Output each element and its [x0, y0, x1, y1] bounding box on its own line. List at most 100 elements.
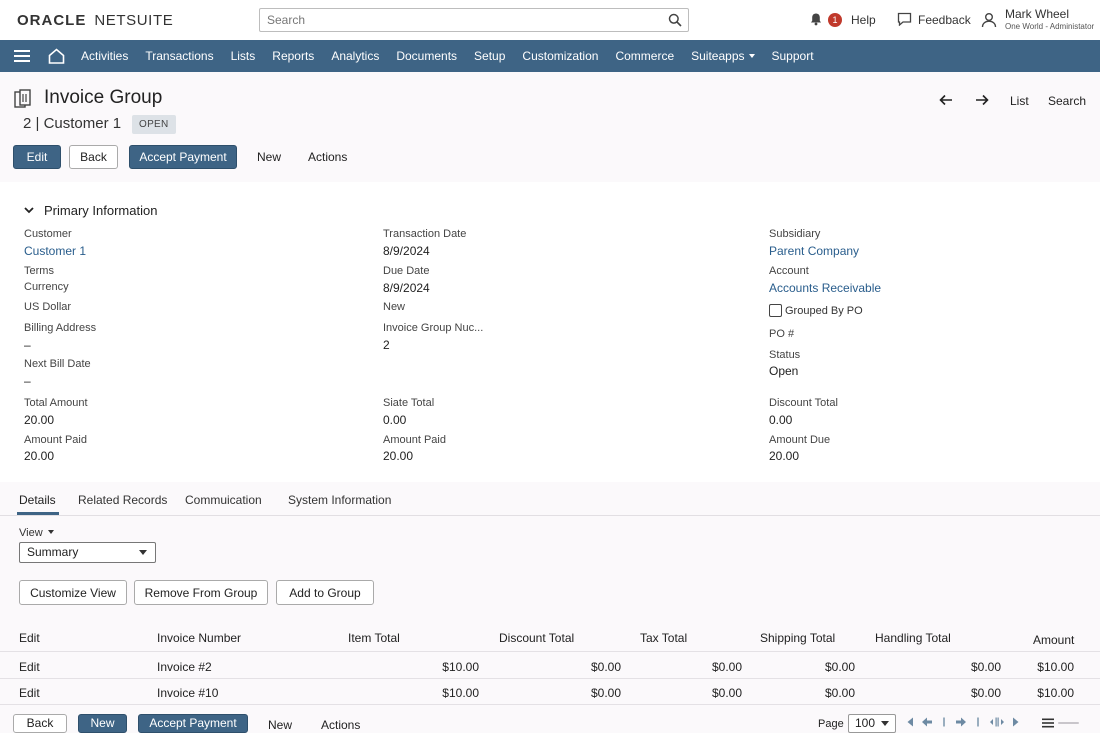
- new-value: New: [383, 301, 406, 313]
- logo-netsuite-text: NETSUITE: [94, 12, 174, 29]
- menu-icon[interactable]: [14, 50, 30, 62]
- add-to-group-button[interactable]: Add to Group: [276, 580, 374, 605]
- resize-columns-icon[interactable]: [989, 716, 1005, 731]
- remove-from-group-button[interactable]: Remove From Group: [134, 580, 268, 605]
- help-link[interactable]: Help: [851, 13, 876, 27]
- previous-record-arrow-icon[interactable]: [939, 94, 953, 109]
- table-divider: [0, 651, 1100, 652]
- col-header-item-total[interactable]: Item Total: [348, 631, 400, 645]
- page-marker-icon: [939, 716, 949, 731]
- previous-page-icon[interactable]: [921, 716, 933, 731]
- footer-back-button[interactable]: Back: [13, 714, 67, 733]
- total-amount-label: Total Amount: [24, 397, 88, 409]
- col-header-handling-total[interactable]: Handling Total: [875, 631, 951, 645]
- grouped-by-po-label: Grouped By PO: [785, 304, 863, 317]
- nav-commerce[interactable]: Commerce: [615, 49, 674, 63]
- view-menu[interactable]: View: [19, 527, 54, 539]
- account-value-link[interactable]: Accounts Receivable: [769, 281, 881, 295]
- logo-oracle-text: ORACLE: [17, 12, 87, 29]
- col-header-shipping-total[interactable]: Shipping Total: [760, 631, 835, 645]
- nav-customization[interactable]: Customization: [522, 49, 598, 63]
- nav-suiteapps[interactable]: Suiteapps: [691, 49, 755, 63]
- page-label: Page: [818, 718, 844, 730]
- subsidiary-label: Subsidiary: [769, 228, 821, 240]
- page-marker-icon: [973, 716, 983, 731]
- chevron-down-icon: [139, 550, 147, 555]
- footer-new-button[interactable]: New: [268, 718, 292, 732]
- amount-paid-value: 20.00: [24, 449, 55, 463]
- user-avatar-icon: [981, 12, 997, 33]
- customize-view-button[interactable]: Customize View: [19, 580, 127, 605]
- list-link[interactable]: List: [1010, 94, 1029, 108]
- feedback-link[interactable]: Feedback: [897, 0, 971, 40]
- nav-reports[interactable]: Reports: [272, 49, 314, 63]
- row-edit-link[interactable]: Edit: [19, 686, 40, 700]
- customer-value-link[interactable]: Customer 1: [24, 244, 86, 258]
- item-total-cell: $10.00: [442, 660, 479, 674]
- back-button[interactable]: Back: [69, 145, 118, 169]
- row-edit-link[interactable]: Edit: [19, 660, 40, 674]
- first-page-icon[interactable]: [904, 716, 915, 731]
- page-size-select[interactable]: 100: [848, 714, 896, 733]
- billing-address-label: Billing Address: [24, 322, 97, 334]
- nav-setup[interactable]: Setup: [474, 49, 505, 63]
- grouped-by-po-field: Grouped By PO: [769, 304, 863, 317]
- grouped-by-po-checkbox[interactable]: [769, 304, 782, 317]
- search-input[interactable]: [260, 9, 660, 31]
- col-header-tax-total[interactable]: Tax Total: [640, 631, 687, 645]
- search-icon[interactable]: [668, 13, 682, 30]
- search-link[interactable]: Search: [1048, 94, 1086, 108]
- nav-support[interactable]: Support: [772, 49, 814, 63]
- tab-related-records[interactable]: Related Records: [78, 493, 167, 507]
- amount-due-label: Amount Due: [769, 434, 831, 446]
- invoice-number-link[interactable]: Invoice #10: [157, 686, 218, 700]
- notifications[interactable]: 1 Help: [809, 0, 876, 40]
- amount-cell: $10.00: [1037, 686, 1074, 700]
- nav-activities[interactable]: Activities: [81, 49, 128, 63]
- list-options-icon[interactable]: [1041, 717, 1081, 732]
- col-header-amount[interactable]: Amount: [1033, 633, 1074, 647]
- siate-total-value: 0.00: [383, 413, 407, 427]
- shipping-total-cell: $0.00: [824, 686, 855, 700]
- currency-value: US Dollar: [24, 301, 72, 313]
- edit-button[interactable]: Edit: [13, 145, 61, 169]
- bell-icon[interactable]: [809, 12, 823, 29]
- nav-analytics[interactable]: Analytics: [331, 49, 379, 63]
- invoice-group-number-value: 2: [383, 338, 390, 352]
- col-header-discount-total[interactable]: Discount Total: [499, 631, 574, 645]
- home-icon[interactable]: [48, 48, 65, 64]
- nav-transactions[interactable]: Transactions: [145, 49, 213, 63]
- shipping-total-cell: $0.00: [824, 660, 855, 674]
- actions-menu-button[interactable]: Actions: [308, 150, 347, 164]
- amount-cell: $10.00: [1037, 660, 1074, 674]
- nav-documents[interactable]: Documents: [396, 49, 457, 63]
- subtab-bar: Details Related Records Commuication Sys…: [0, 484, 1100, 516]
- new-button[interactable]: New: [257, 150, 281, 164]
- footer-accept-payment-button[interactable]: Accept Payment: [138, 714, 248, 733]
- primary-information-toggle[interactable]: Primary Information: [24, 203, 157, 218]
- handling-total-cell: $0.00: [970, 660, 1001, 674]
- footer-new-primary-button[interactable]: New: [78, 714, 127, 733]
- tab-communication[interactable]: Commuication: [185, 493, 262, 507]
- item-total-cell: $10.00: [442, 686, 479, 700]
- chevron-down-icon: [24, 207, 34, 214]
- billing-address-value: –: [24, 338, 31, 352]
- invoice-number-link[interactable]: Invoice #2: [157, 660, 212, 674]
- next-record-arrow-icon[interactable]: [975, 94, 989, 109]
- user-menu[interactable]: Mark Wheel One World - Administator: [981, 7, 1094, 33]
- subsidiary-value-link[interactable]: Parent Company: [769, 244, 859, 258]
- tab-system-information[interactable]: System Information: [288, 493, 391, 507]
- tab-details[interactable]: Details: [19, 493, 56, 507]
- next-page-icon[interactable]: [955, 716, 967, 731]
- view-select[interactable]: Summary: [19, 542, 156, 563]
- discount-total-cell: $0.00: [590, 660, 621, 674]
- handling-total-cell: $0.00: [970, 686, 1001, 700]
- currency-label: Currency: [24, 281, 69, 293]
- nav-lists[interactable]: Lists: [231, 49, 256, 63]
- footer-actions-button[interactable]: Actions: [321, 718, 360, 732]
- last-page-icon[interactable]: [1011, 716, 1022, 731]
- status-label: Status: [769, 349, 801, 361]
- accept-payment-button[interactable]: Accept Payment: [129, 145, 237, 169]
- oracle-netsuite-logo[interactable]: ORACLE NETSUITE: [17, 12, 173, 29]
- col-header-invoice-number[interactable]: Invoice Number: [157, 631, 241, 645]
